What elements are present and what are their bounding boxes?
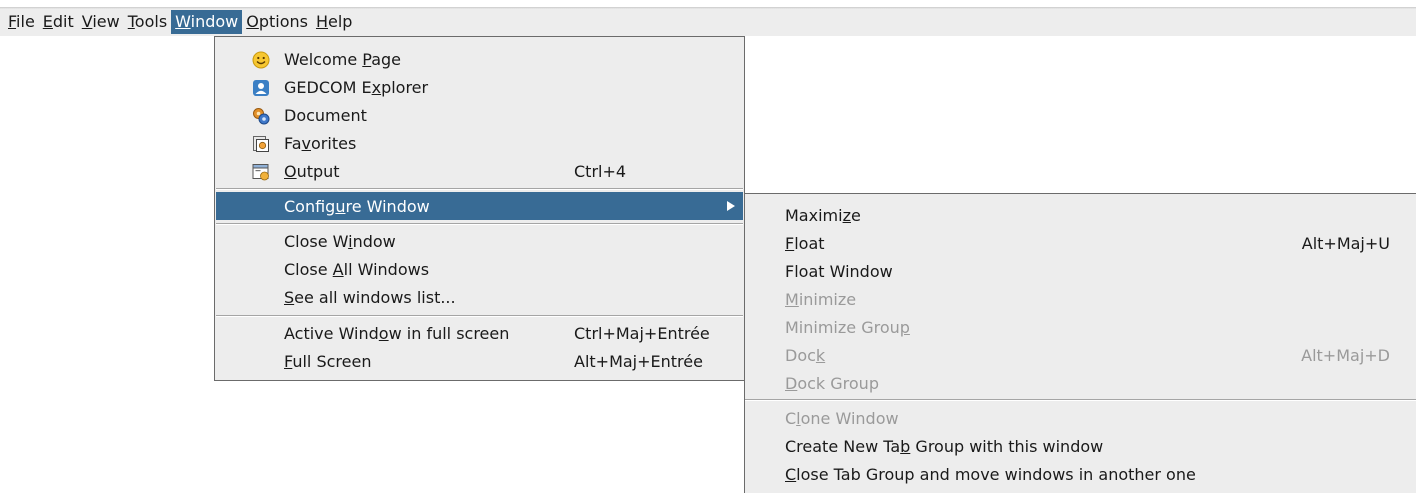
submenu-item-label: Create New Tab Group with this window (785, 437, 1104, 456)
smiley-icon (252, 51, 270, 69)
submenu-item-minimize: Minimize (745, 285, 1416, 313)
menu-help[interactable]: Help (312, 10, 356, 34)
menu-file[interactable]: File (4, 10, 39, 34)
menu-edit[interactable]: Edit (39, 10, 78, 34)
menu-item-label: Document (284, 106, 367, 125)
submenu-item-clone-window: Clone Window (745, 404, 1416, 432)
document-gears-icon (252, 107, 270, 125)
menu-item-label: Welcome Page (284, 50, 402, 69)
menu-item-shortcut: Alt+Maj+Entrée (574, 352, 703, 371)
menu-item-shortcut: Ctrl+4 (574, 162, 627, 181)
menu-item-active-window-full-screen[interactable]: Active Window in full screen Ctrl+Maj+En… (216, 319, 743, 347)
window-menu-dropdown: Welcome Page GEDCOM Explorer Document Fa… (214, 36, 745, 381)
submenu-item-label: Maximize (785, 206, 861, 225)
output-icon (252, 163, 270, 181)
submenu-item-dock: Dock Alt+Maj+D (745, 341, 1416, 369)
menu-item-shortcut: Ctrl+Maj+Entrée (574, 324, 710, 343)
submenu-item-label: Clone Window (785, 409, 899, 428)
person-icon (252, 79, 270, 97)
menu-options[interactable]: Options (242, 10, 312, 34)
menu-item-label: Configure Window (284, 197, 430, 216)
menu-separator (216, 223, 743, 225)
configure-window-submenu: Maximize Float Alt+Maj+U Float Window Mi… (744, 193, 1416, 493)
menu-tools[interactable]: Tools (124, 10, 171, 34)
submenu-item-close-tab-group[interactable]: Close Tab Group and move windows in anot… (745, 460, 1416, 488)
submenu-item-label: Minimize (785, 290, 857, 309)
submenu-item-label: Close Tab Group and move windows in anot… (785, 465, 1196, 484)
submenu-item-label: Minimize Group (785, 318, 910, 337)
favorites-icon (252, 135, 270, 153)
submenu-item-maximize[interactable]: Maximize (745, 201, 1416, 229)
submenu-item-shortcut: Alt+Maj+U (1301, 234, 1390, 253)
submenu-item-label: Dock Group (785, 374, 879, 393)
menu-item-label: Favorites (284, 134, 357, 153)
submenu-item-float[interactable]: Float Alt+Maj+U (745, 229, 1416, 257)
submenu-item-dock-group: Dock Group (745, 369, 1416, 397)
menu-item-label: Close All Windows (284, 260, 430, 279)
menu-window[interactable]: Window (171, 10, 243, 34)
submenu-item-label: Float (785, 234, 825, 253)
menu-item-label: Active Window in full screen (284, 324, 510, 343)
menu-item-close-all-windows[interactable]: Close All Windows (216, 255, 743, 283)
submenu-item-create-new-tab-group[interactable]: Create New Tab Group with this window (745, 432, 1416, 460)
menu-item-document[interactable]: Document (216, 101, 743, 129)
menu-item-label: Close Window (284, 232, 396, 251)
menu-separator (216, 315, 743, 317)
menu-item-welcome-page[interactable]: Welcome Page (216, 45, 743, 73)
menu-separator (745, 399, 1416, 401)
submenu-item-minimize-group: Minimize Group (745, 313, 1416, 341)
menu-separator (216, 188, 743, 190)
submenu-item-label: Float Window (785, 262, 893, 281)
menu-view[interactable]: View (78, 10, 124, 34)
submenu-item-label: Dock (785, 346, 826, 365)
menu-item-gedcom-explorer[interactable]: GEDCOM Explorer (216, 73, 743, 101)
submenu-arrow-icon (727, 201, 735, 211)
menu-item-favorites[interactable]: Favorites (216, 129, 743, 157)
menu-item-see-all-windows[interactable]: See all windows list... (216, 283, 743, 311)
menu-item-label: Output (284, 162, 340, 181)
menu-item-output[interactable]: Output Ctrl+4 (216, 157, 743, 185)
menu-item-close-window[interactable]: Close Window (216, 227, 743, 255)
menu-item-full-screen[interactable]: Full Screen Alt+Maj+Entrée (216, 347, 743, 375)
menu-bar: File Edit View Tools Window Options Help (0, 0, 1416, 36)
submenu-item-float-window[interactable]: Float Window (745, 257, 1416, 285)
menu-bar-items: File Edit View Tools Window Options Help (4, 9, 363, 35)
menu-item-label: Full Screen (284, 352, 372, 371)
menu-item-label: See all windows list... (284, 288, 456, 307)
menu-item-configure-window[interactable]: Configure Window (216, 192, 743, 220)
submenu-item-shortcut: Alt+Maj+D (1301, 346, 1390, 365)
menu-item-label: GEDCOM Explorer (284, 78, 429, 97)
